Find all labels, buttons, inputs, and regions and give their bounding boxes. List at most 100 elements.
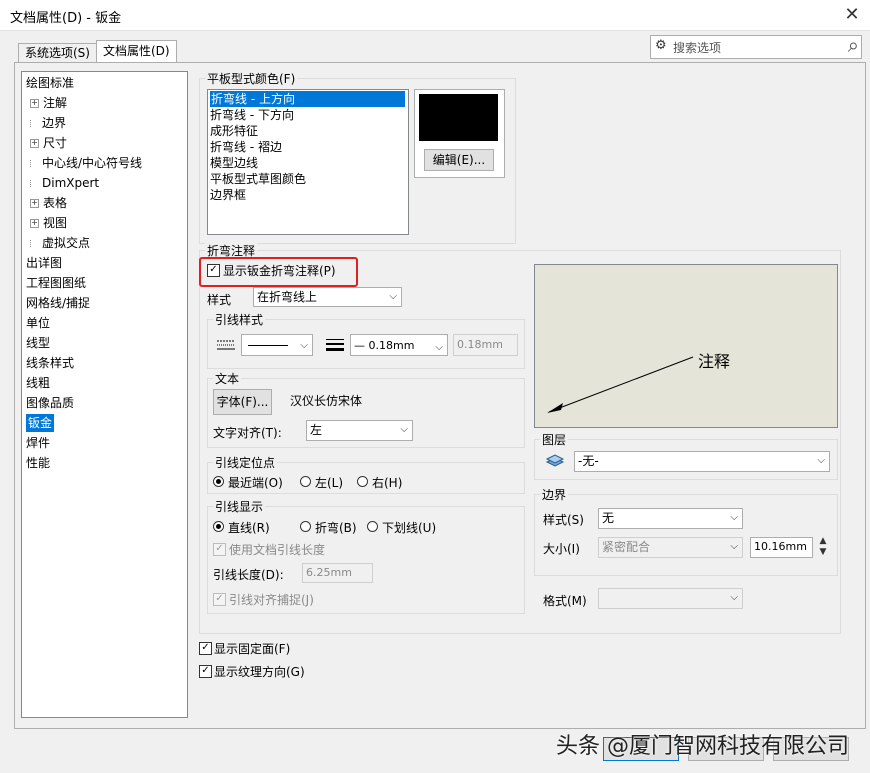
tree-item[interactable]: 钣金 bbox=[26, 414, 55, 432]
format-label: 格式(M) bbox=[543, 594, 587, 608]
tree-item-label: 焊件 bbox=[26, 436, 51, 450]
color-list-item[interactable]: 成形特征 bbox=[210, 123, 258, 139]
expand-icon[interactable]: + bbox=[30, 139, 39, 148]
tree-item[interactable]: 绘图标准 bbox=[26, 74, 74, 92]
leader-straight-radio[interactable] bbox=[213, 521, 224, 532]
note-preview: 注释 bbox=[534, 264, 838, 428]
leader-underline-radio[interactable] bbox=[367, 521, 378, 532]
tree-branch-icon bbox=[30, 240, 38, 247]
tree-item[interactable]: + 视图 bbox=[30, 214, 67, 232]
tab-system-options[interactable]: 系统选项(S) bbox=[18, 43, 97, 62]
line-thickness-select[interactable]: — 0.18mm ⌵ bbox=[350, 334, 448, 356]
tree-item-label: 表格 bbox=[43, 196, 68, 210]
tree-item-label: 线粗 bbox=[26, 376, 51, 390]
leader-underline-label: 下划线(U) bbox=[382, 521, 437, 535]
tree-item[interactable]: 线粗 bbox=[26, 374, 50, 392]
leader-display-label: 引线显示 bbox=[213, 498, 266, 515]
tree-item[interactable]: DimXpert bbox=[30, 174, 99, 192]
tree-item-label: 绘图标准 bbox=[26, 76, 75, 90]
expand-icon[interactable]: + bbox=[30, 99, 39, 108]
color-swatch-frame: 编辑(E)... bbox=[414, 89, 505, 178]
tree-item[interactable]: 工程图图纸 bbox=[26, 274, 86, 292]
tree-item-label: DimXpert bbox=[42, 176, 100, 190]
tree-item[interactable]: + 注解 bbox=[30, 94, 67, 112]
expand-icon[interactable]: + bbox=[30, 219, 39, 228]
show-fixed-face-checkbox[interactable]: ✓ bbox=[199, 642, 212, 655]
line-thickness-icon bbox=[325, 338, 345, 352]
tree-item-label: 边界 bbox=[42, 116, 67, 130]
font-button[interactable]: 字体(F)... bbox=[213, 389, 272, 415]
color-list-item[interactable]: 折弯线 - 上方向 bbox=[210, 91, 405, 107]
leader-length-field[interactable]: 6.25mm bbox=[302, 563, 373, 583]
style-label: 样式 bbox=[207, 293, 232, 307]
line-style-select[interactable]: ⌵ bbox=[241, 334, 313, 356]
border-group bbox=[534, 494, 838, 576]
leader-length-label: 引线长度(D): bbox=[213, 568, 284, 582]
search-icon[interactable]: ⌕ bbox=[848, 33, 859, 57]
tree-item-label: 线条样式 bbox=[26, 356, 75, 370]
leader-bent-label: 折弯(B) bbox=[315, 521, 357, 535]
category-tree[interactable]: 绘图标准 + 注解 边界 + 尺寸 中心线/中心符号线 DimXpert + 表格 + 视图 虚拟交点出… bbox=[21, 71, 188, 718]
tree-item[interactable]: 虚拟交点 bbox=[30, 234, 90, 252]
tree-item[interactable]: 单位 bbox=[26, 314, 50, 332]
leader-anchor-label: 引线定位点 bbox=[213, 454, 278, 471]
tree-branch-icon bbox=[30, 160, 38, 167]
color-swatch bbox=[419, 94, 498, 141]
text-align-select[interactable]: 左 ⌵ bbox=[306, 420, 413, 441]
border-size-select[interactable]: 紧密配合 ⌵ bbox=[598, 537, 743, 558]
anchor-left-radio[interactable] bbox=[300, 476, 311, 487]
color-list-item[interactable]: 折弯线 - 褶边 bbox=[210, 139, 282, 155]
flat-colors-list[interactable]: 折弯线 - 上方向 折弯线 - 下方向 成形特征 折弯线 - 褶边 模型边线 平板型式草图… bbox=[207, 89, 409, 235]
leader-style-label: 引线样式 bbox=[213, 311, 266, 328]
color-list-item[interactable]: 模型边线 bbox=[210, 155, 258, 171]
border-size-field[interactable]: 10.16mm bbox=[750, 537, 813, 558]
tree-item-label: 钣金 bbox=[28, 416, 53, 430]
layer-label: 图层 bbox=[540, 431, 569, 448]
anchor-right-radio[interactable] bbox=[357, 476, 368, 487]
use-doc-leader-length-checkbox[interactable]: ✓ bbox=[213, 543, 226, 556]
tree-item[interactable]: 线条样式 bbox=[26, 354, 74, 372]
layer-select[interactable]: -无- ⌵ bbox=[574, 451, 830, 472]
tree-item-label: 线型 bbox=[26, 336, 51, 350]
preview-note-text: 注释 bbox=[698, 352, 731, 371]
search-box[interactable]: ⚙ 搜索选项 ⌕ bbox=[650, 33, 862, 59]
leader-snap-checkbox[interactable]: ✓ bbox=[213, 593, 226, 606]
tree-item[interactable]: 线型 bbox=[26, 334, 50, 352]
color-list-item[interactable]: 平板型式草图颜色 bbox=[210, 171, 306, 187]
leader-arrow-icon bbox=[547, 356, 694, 413]
tree-item[interactable]: 出详图 bbox=[26, 254, 62, 272]
title-bar: 文档属性(D) - 钣金 ✕ bbox=[0, 0, 870, 31]
note-style-select[interactable]: 在折弯线上 ⌵ bbox=[253, 287, 402, 307]
show-grain-direction-checkbox[interactable]: ✓ bbox=[199, 665, 212, 678]
color-list-item[interactable]: 折弯线 - 下方向 bbox=[210, 107, 294, 123]
gear-icon: ⚙ bbox=[655, 38, 667, 53]
leader-bent-radio[interactable] bbox=[300, 521, 311, 532]
tree-item[interactable]: 中心线/中心符号线 bbox=[30, 154, 142, 172]
tree-item[interactable]: 性能 bbox=[26, 454, 50, 472]
show-fixed-face-label: 显示固定面(F) bbox=[214, 642, 291, 656]
tree-branch-icon bbox=[30, 180, 38, 187]
tree-item[interactable]: 边界 bbox=[30, 114, 66, 132]
expand-icon[interactable]: + bbox=[30, 199, 39, 208]
show-grain-direction-label: 显示纹理方向(G) bbox=[214, 665, 305, 679]
format-select[interactable]: ⌵ bbox=[598, 588, 743, 609]
edit-color-button[interactable]: 编辑(E)... bbox=[424, 149, 494, 171]
tree-item[interactable]: 图像品质 bbox=[26, 394, 74, 412]
tab-document-properties[interactable]: 文档属性(D) bbox=[96, 40, 177, 62]
tree-item[interactable]: 焊件 bbox=[26, 434, 50, 452]
border-style-select[interactable]: 无 ⌵ bbox=[598, 508, 743, 529]
tree-item[interactable]: + 尺寸 bbox=[30, 134, 67, 152]
tree-item[interactable]: + 表格 bbox=[30, 194, 67, 212]
size-spinner[interactable]: ▲ ▼ bbox=[817, 536, 829, 558]
anchor-nearest-radio[interactable] bbox=[213, 476, 224, 487]
tree-item-label: 单位 bbox=[26, 316, 51, 330]
border-size-label: 大小(I) bbox=[543, 542, 580, 556]
search-input[interactable]: 搜索选项 bbox=[673, 39, 721, 56]
color-list-item[interactable]: 边界框 bbox=[210, 187, 246, 203]
window-title: 文档属性(D) - 钣金 bbox=[10, 11, 122, 26]
close-icon[interactable]: ✕ bbox=[840, 3, 864, 27]
layer-icon bbox=[545, 453, 565, 469]
tree-item-label: 工程图图纸 bbox=[26, 276, 87, 290]
tree-item[interactable]: 网格线/捕捉 bbox=[26, 294, 90, 312]
custom-thickness-field[interactable]: 0.18mm bbox=[453, 334, 518, 356]
